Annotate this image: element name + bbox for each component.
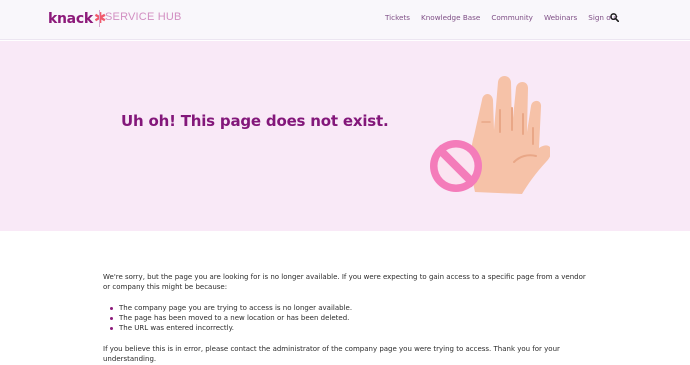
logo-subtitle[interactable]: SERVICE HUB [105,11,182,23]
logo-text: knack [48,11,93,27]
stop-hand-icon [430,76,550,194]
search-icon[interactable] [610,13,619,22]
error-message-body: We're sorry, but the page you are lookin… [103,272,593,364]
intro-paragraph: We're sorry, but the page you are lookin… [103,273,586,291]
closing-paragraph: If you believe this is in error, please … [103,345,560,363]
knack-logo[interactable]: knack✱ [48,9,106,27]
top-header: knack✱ SERVICE HUB Tickets Knowledge Bas… [0,0,690,40]
list-item: The company page you are trying to acces… [110,303,593,313]
main-nav: Tickets Knowledge Base Community Webinar… [385,13,618,22]
page-title: Uh oh! This page does not exist. [121,112,389,130]
hero-banner [0,41,690,231]
nav-webinars[interactable]: Webinars [544,13,577,22]
reasons-list: The company page you are trying to acces… [103,303,593,333]
list-item: The page has been moved to a new locatio… [110,313,593,323]
nav-knowledge-base[interactable]: Knowledge Base [421,13,480,22]
nav-community[interactable]: Community [491,13,533,22]
logo-divider [99,10,100,27]
hand-icon [471,76,550,194]
list-item: The URL was entered incorrectly. [110,323,593,333]
prohibited-sign-icon [430,140,482,192]
nav-tickets[interactable]: Tickets [385,13,410,22]
